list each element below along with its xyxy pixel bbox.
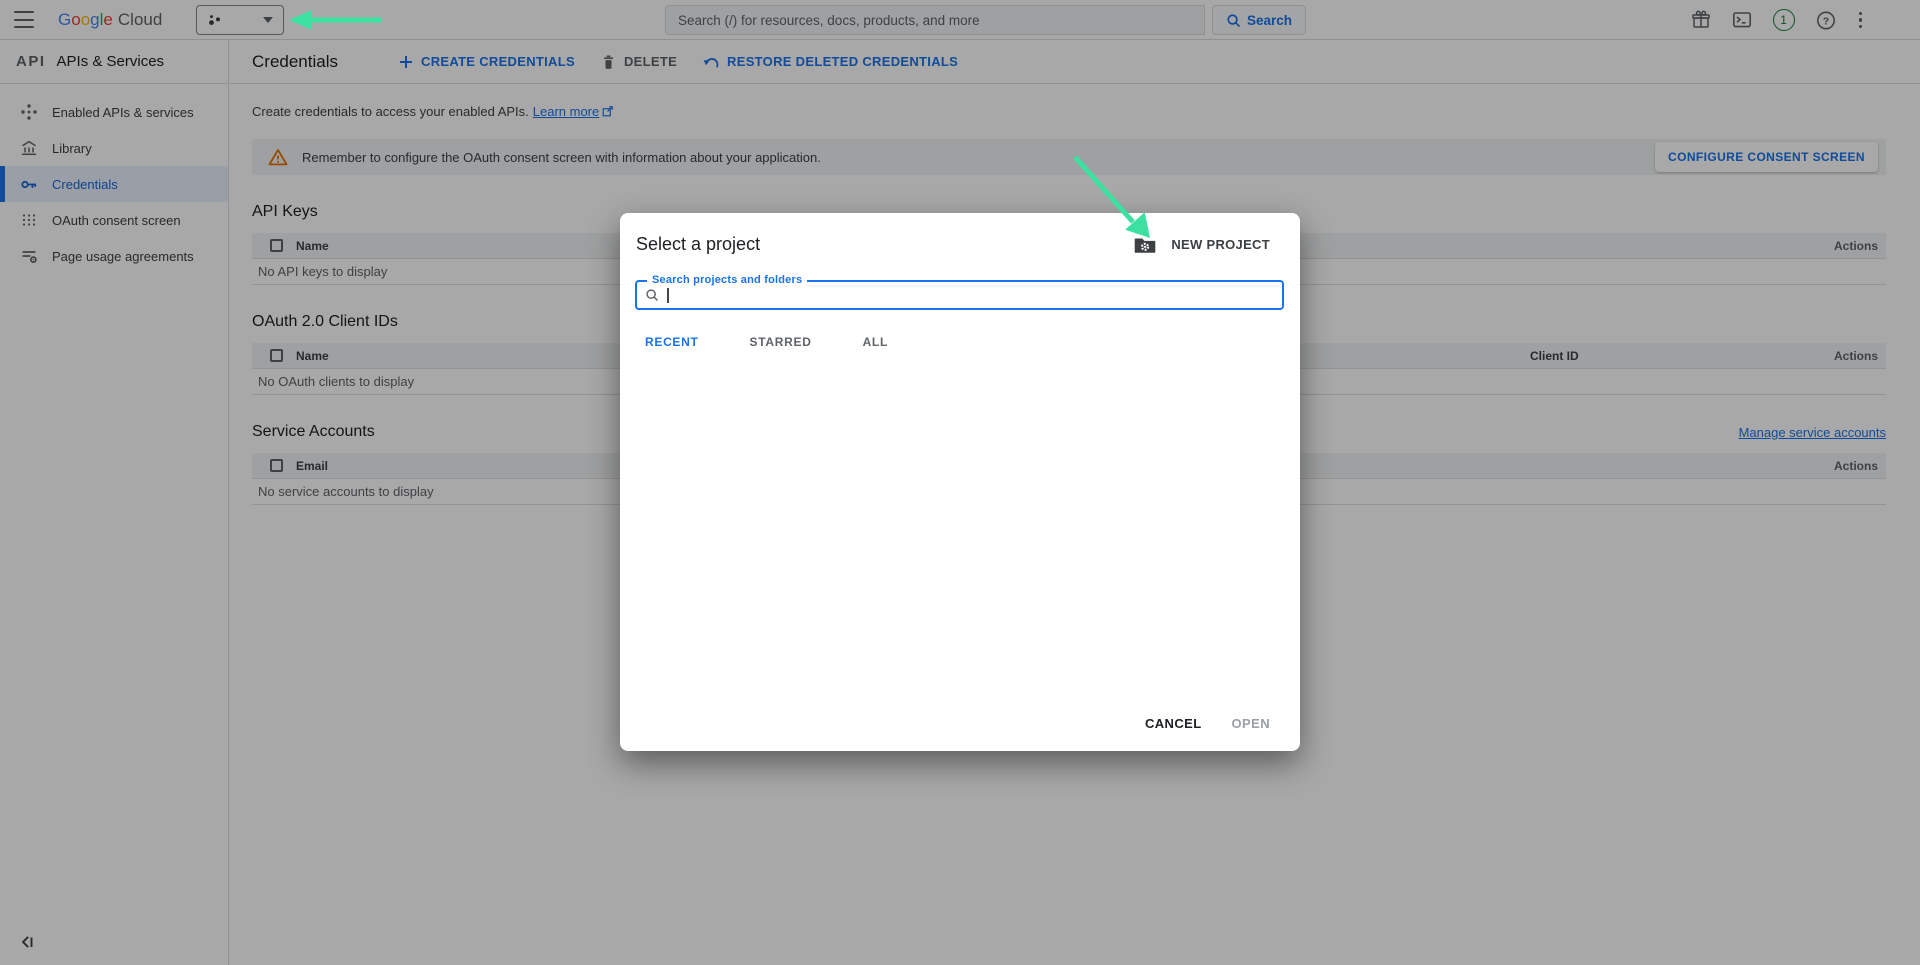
tab-recent[interactable]: RECENT: [643, 332, 701, 352]
text-cursor: [667, 288, 669, 303]
project-list-tabs: RECENT STARRED ALL: [643, 332, 1300, 352]
dialog-footer: CANCEL OPEN: [1145, 716, 1270, 731]
tab-all[interactable]: ALL: [861, 332, 890, 352]
open-button[interactable]: OPEN: [1232, 716, 1270, 731]
new-project-folder-icon: [1134, 236, 1156, 254]
cancel-button[interactable]: CANCEL: [1145, 716, 1202, 731]
new-project-button[interactable]: NEW PROJECT: [1134, 236, 1270, 254]
tab-starred[interactable]: STARRED: [748, 332, 814, 352]
dialog-header: Select a project NEW PROJECT: [620, 213, 1300, 255]
project-search-field[interactable]: Search projects and folders: [635, 280, 1284, 310]
select-project-dialog: Select a project NEW PROJECT Search proj…: [620, 213, 1300, 751]
project-search-input[interactable]: [671, 287, 1275, 304]
search-icon: [645, 288, 659, 302]
dialog-title: Select a project: [636, 234, 760, 255]
search-field-label: Search projects and folders: [647, 274, 807, 286]
